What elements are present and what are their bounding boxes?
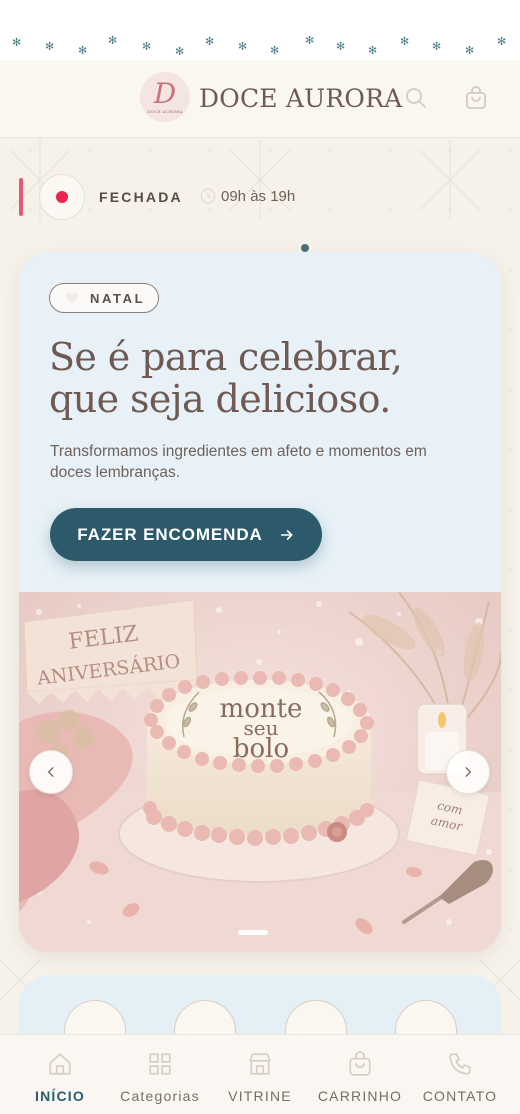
hero-cake-image: FELIZ ANIVERSÁRIO monte seu bolo com amo… <box>19 592 501 952</box>
arrow-right-icon <box>280 529 293 540</box>
logo-monogram: D <box>153 77 177 110</box>
search-icon[interactable] <box>404 86 428 110</box>
snowflake-row: ✻ ✻ ✻ ✻ ✻ ✻ ✻ ✻ ✻ ✻ ✻ ✻ ✻ ✻ ✻ ✻ <box>12 34 507 58</box>
status-indicator <box>39 174 85 220</box>
carousel-pager[interactable] <box>238 930 268 935</box>
app-header: D DOCE AURORA DOCE AURORA <box>0 60 520 138</box>
nav-categories[interactable]: Categorias <box>108 1035 212 1114</box>
hero-subtext: Transformamos ingredientes em afeto e mo… <box>50 443 427 481</box>
chevron-left-icon <box>47 767 54 777</box>
nav-contact[interactable]: CONTATO <box>408 1035 512 1114</box>
carousel-prev-button[interactable] <box>29 750 73 794</box>
top-decor-strip: ✻ ✻ ✻ ✻ ✻ ✻ ✻ ✻ ✻ ✻ ✻ ✻ ✻ ✻ ✻ ✻ <box>0 0 520 62</box>
store-status: FECHADA 09h às 19h <box>0 172 520 222</box>
cake-illustration: FELIZ ANIVERSÁRIO monte seu bolo com amo… <box>19 592 501 952</box>
cake-text-3: bolo <box>233 734 289 764</box>
brand-logo[interactable]: D DOCE AURORA <box>140 72 190 122</box>
season-badge-label: NATAL <box>90 290 146 306</box>
bottom-navigation: INÍCIO Categorias VITRINE CARRINHO CONTA… <box>0 1034 520 1114</box>
headline-line-2: que seja delicioso. <box>49 377 391 421</box>
status-label: FECHADA <box>99 189 183 205</box>
cart-bag-icon <box>349 1051 371 1076</box>
store-icon <box>249 1053 271 1075</box>
shopping-bag-icon[interactable] <box>464 86 488 110</box>
headline-line-1: Se é para celebrar, <box>49 335 403 379</box>
nav-categories-label: Categorias <box>120 1088 200 1104</box>
nav-cart[interactable]: CARRINHO <box>308 1035 412 1114</box>
nav-contact-label: CONTATO <box>422 1088 498 1104</box>
heart-icon <box>66 292 78 304</box>
status-dot <box>56 191 68 203</box>
hero-banner: NATAL Se é para celebrar, que seja delic… <box>19 252 501 952</box>
hero-headline: Se é para celebrar, que seja delicioso. <box>49 336 469 420</box>
clock-icon <box>200 188 216 204</box>
nav-home[interactable]: INÍCIO <box>8 1035 112 1114</box>
season-badge: NATAL <box>49 283 159 313</box>
nav-showcase[interactable]: VITRINE <box>208 1035 312 1114</box>
nav-cart-label: CARRINHO <box>317 1088 403 1104</box>
order-button-label: FAZER ENCOMENDA <box>77 524 263 544</box>
opening-hours: 09h às 19h <box>221 188 296 205</box>
phone-icon <box>449 1053 471 1075</box>
home-icon <box>49 1053 71 1075</box>
logo-small-text: DOCE AURORA <box>147 109 183 114</box>
carousel-next-button[interactable] <box>446 750 490 794</box>
grid-icon <box>149 1053 171 1075</box>
brand-name: DOCE AURORA <box>199 84 403 113</box>
nav-home-label: INÍCIO <box>35 1088 85 1104</box>
status-accent-bar <box>19 178 23 216</box>
chevron-right-icon <box>465 767 472 777</box>
order-button[interactable]: FAZER ENCOMENDA <box>50 508 322 561</box>
nav-showcase-label: VITRINE <box>228 1088 292 1104</box>
decor-dot <box>301 244 309 252</box>
